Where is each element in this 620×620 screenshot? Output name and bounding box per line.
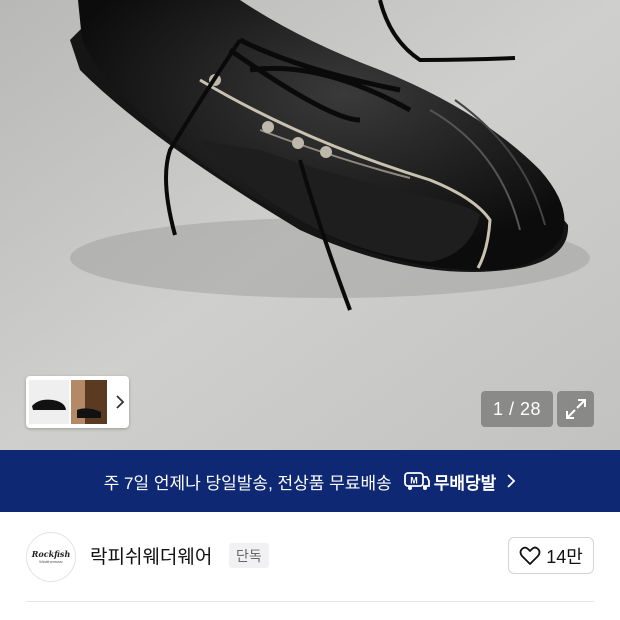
thumbnail-2[interactable] [71, 380, 107, 424]
heart-icon [519, 546, 541, 565]
divider [26, 601, 594, 602]
product-image[interactable]: 1 / 28 [0, 0, 620, 450]
thumbnail-model-image [71, 380, 107, 424]
expand-button[interactable] [557, 391, 594, 427]
logo-text: Rockfish [31, 549, 71, 559]
badge-label: 무배당발 [433, 473, 497, 493]
chevron-right-icon [507, 474, 516, 488]
logo-subtext: Weatherwear [39, 559, 63, 564]
expand-icon [565, 399, 586, 419]
chevron-right-icon[interactable] [113, 392, 127, 412]
image-counter: 1 / 28 [481, 391, 553, 427]
exclusive-tag: 단독 [229, 543, 269, 568]
thumbnail-shoe-image [32, 399, 66, 410]
seller-logo[interactable]: Rockfish Weatherwear [26, 532, 76, 582]
like-button[interactable]: 14만 [508, 537, 594, 574]
shipping-banner[interactable]: 주 7일 언제나 당일발송, 전상품 무료배송 M 무배당발 [0, 450, 620, 512]
m-truck-icon: M [403, 472, 430, 490]
svg-text:M: M [410, 476, 418, 486]
banner-text: 주 7일 언제나 당일발송, 전상품 무료배송 [103, 473, 392, 493]
seller-name[interactable]: 락피쉬웨더웨어 [90, 542, 212, 569]
delivery-badge: M 무배당발 [403, 469, 497, 494]
thumbnail-strip[interactable] [26, 376, 129, 428]
like-count: 14만 [546, 546, 583, 567]
thumbnail-1[interactable] [29, 380, 69, 424]
